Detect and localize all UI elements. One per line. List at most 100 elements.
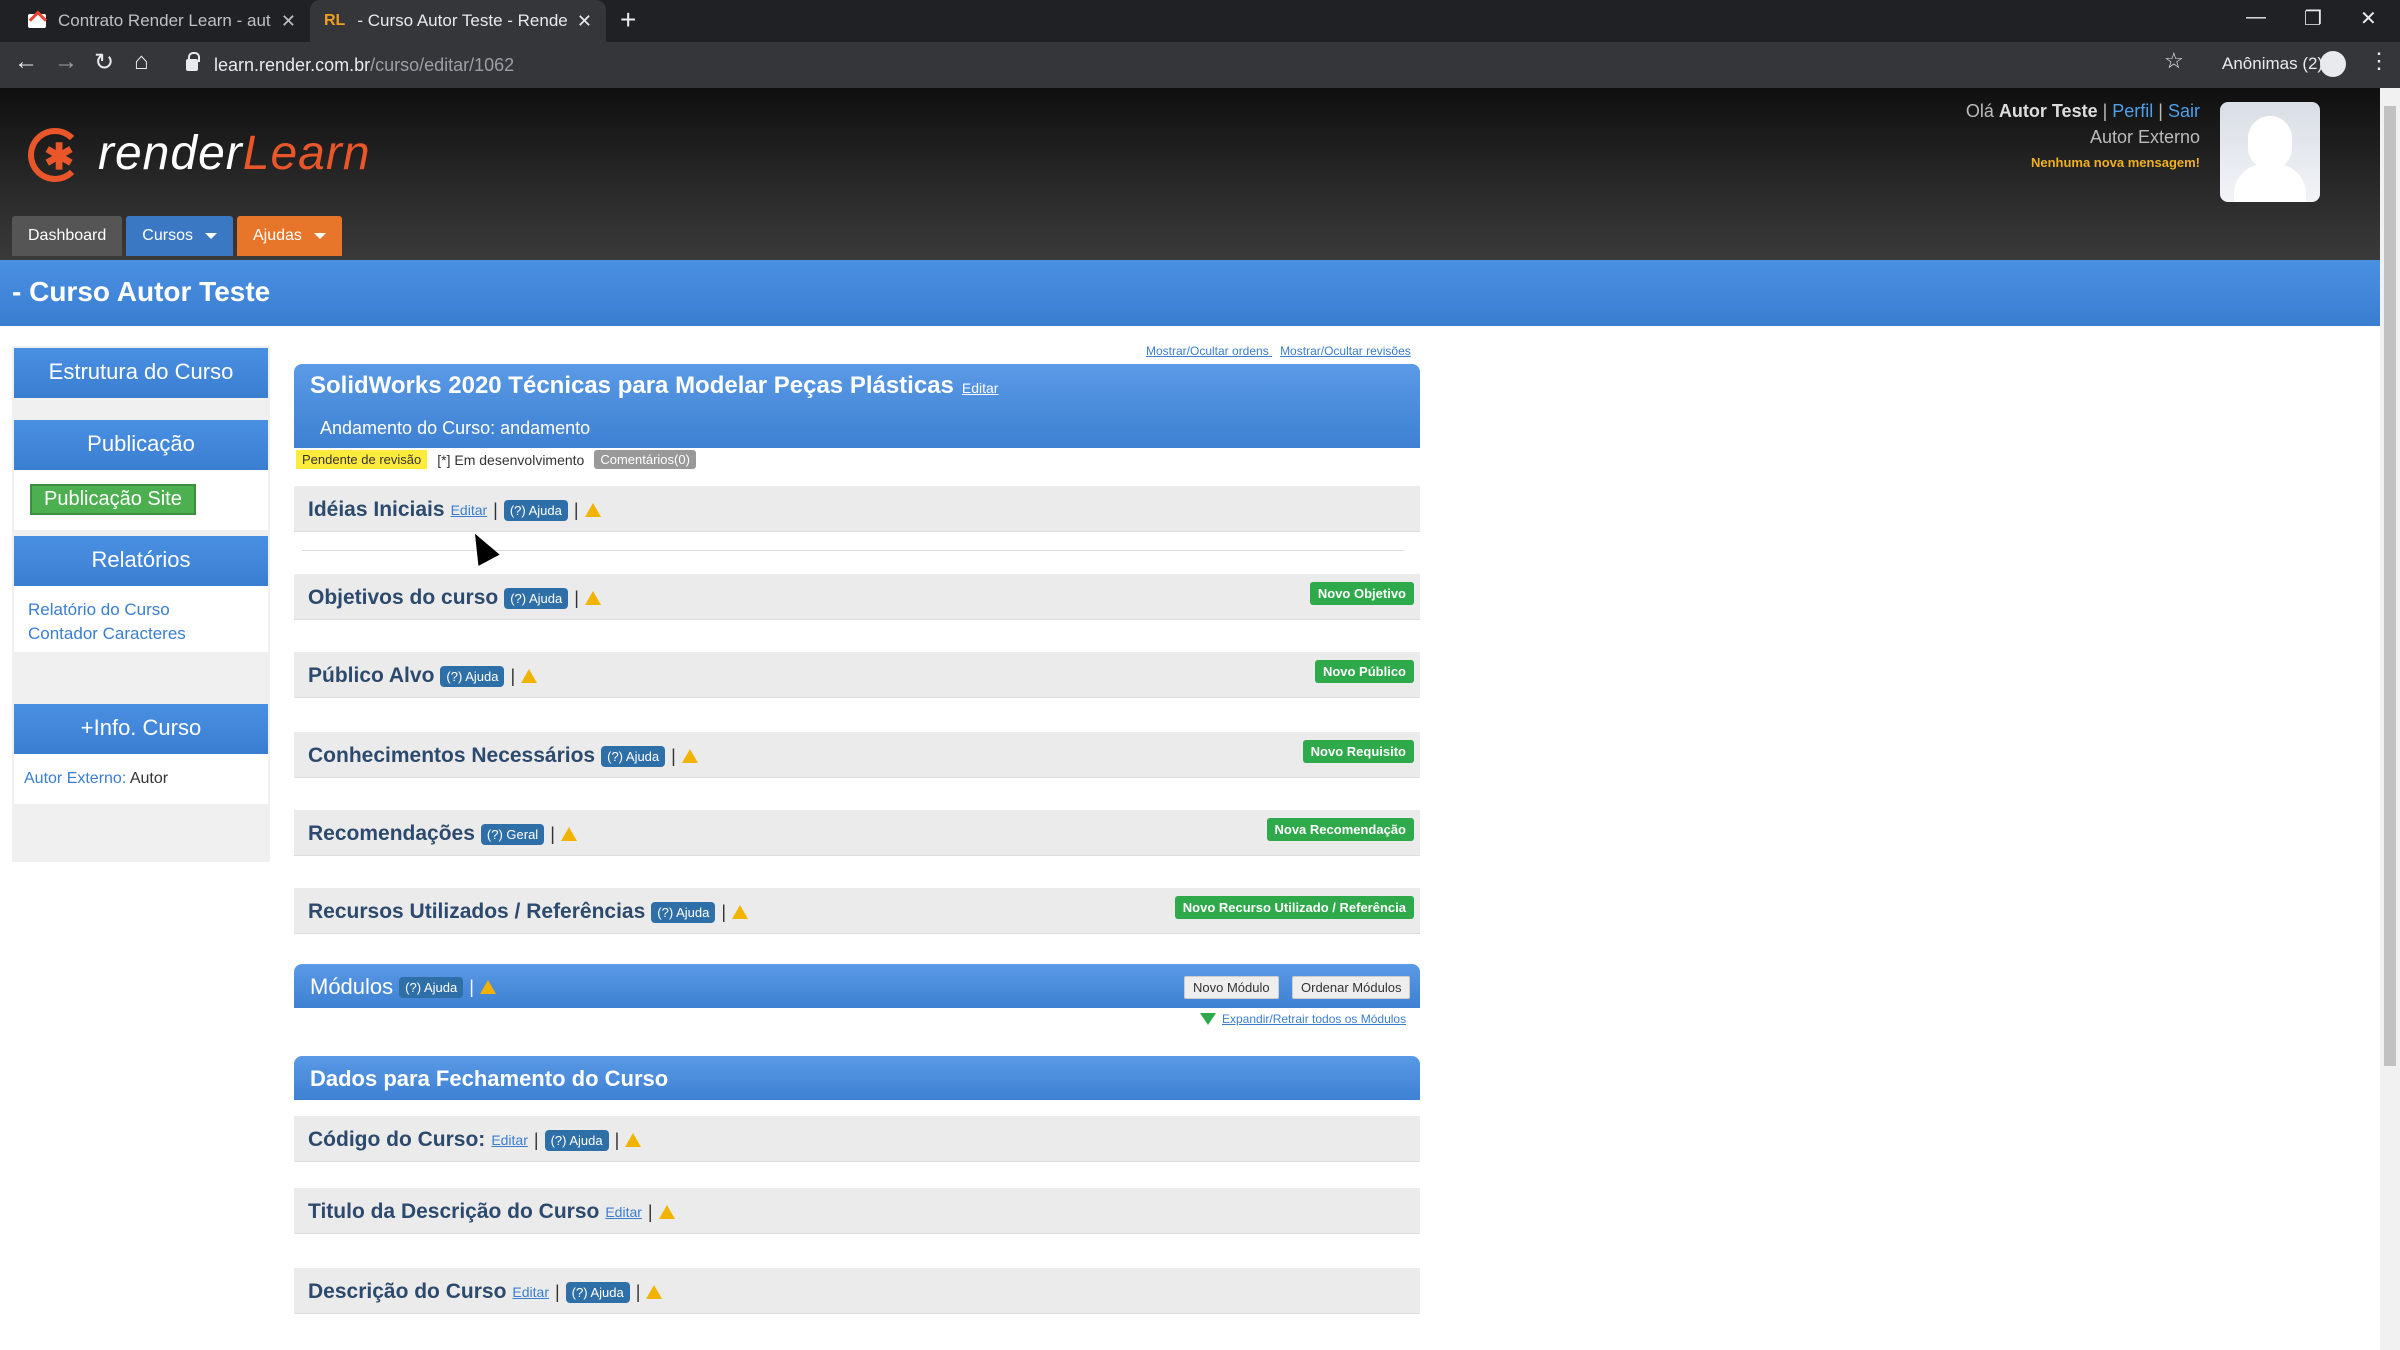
sidebar-info-header: +Info. Curso — [14, 704, 268, 754]
help-button[interactable]: (?) Ajuda — [440, 665, 505, 687]
back-icon[interactable]: ← — [14, 48, 38, 76]
help-button[interactable]: (?) Geral — [480, 823, 545, 845]
page-scrollbar[interactable] — [2380, 88, 2400, 1350]
edit-link[interactable]: Editar — [605, 1204, 642, 1220]
toggle-orders-link[interactable]: Mostrar/Ocultar ordens — [1146, 344, 1269, 358]
forward-icon[interactable]: → — [54, 48, 78, 76]
course-progress: Andamento do Curso: andamento — [320, 418, 591, 438]
nav-dashboard-label: Dashboard — [28, 227, 107, 244]
browser-toolbar: ← → ↻ ⌂ learn.render.com.br/curso/editar… — [0, 42, 2400, 88]
arrow-down-icon — [1200, 1013, 1216, 1025]
char-counter-link[interactable]: Contador Caracteres — [14, 622, 268, 646]
help-button[interactable]: (?) Ajuda — [601, 745, 666, 767]
close-tab-icon[interactable]: ✕ — [577, 11, 592, 32]
sidebar-reports-header: Relatórios — [14, 536, 268, 586]
new-audience-button[interactable]: Novo Público — [1314, 660, 1414, 683]
help-button[interactable]: (?) Ajuda — [503, 499, 568, 521]
logout-link[interactable]: Sair — [2168, 101, 2200, 121]
warning-icon — [681, 749, 698, 763]
messages-link[interactable]: Nenhuma nova mensagem! — [1966, 150, 2200, 176]
site-header: ✱ renderLearn Olá Autor Teste | Perfil |… — [0, 88, 2380, 260]
user-info: Olá Autor Teste | Perfil | Sair Autor Ex… — [1966, 98, 2200, 176]
toggle-revisions-link[interactable]: Mostrar/Ocultar revisões — [1280, 344, 1411, 358]
warning-icon — [584, 591, 601, 605]
renderlearn-favicon-icon: RL — [324, 12, 346, 29]
help-button[interactable]: (?) Ajuda — [504, 587, 569, 609]
modules-bar: Módulos (?) Ajuda | Novo Módulo Ordenar Mó… — [294, 964, 1420, 1008]
section-recursos: Recursos Utilizados / Referências (?) Aju… — [294, 888, 1420, 934]
pending-badge: Pendente de revisão — [296, 450, 428, 469]
course-header: SolidWorks 2020 Técnicas para Modelar Pe… — [294, 364, 1420, 448]
section-label: Conhecimentos Necessários — [308, 744, 596, 767]
section-ideias: Idéias Iniciais Editar | (?) Ajuda | — [294, 486, 1420, 532]
new-requirement-button[interactable]: Novo Requisito — [1302, 740, 1414, 763]
reload-icon[interactable]: ↻ — [94, 48, 114, 77]
sidebar-structure-header[interactable]: Estrutura do Curso — [14, 348, 268, 398]
profile-link[interactable]: Perfil — [2112, 101, 2153, 121]
section-publico: Público Alvo (?) Ajuda | Novo Público — [294, 652, 1420, 698]
edit-link[interactable]: Editar — [451, 502, 488, 518]
nav-dashboard[interactable]: Dashboard — [12, 216, 123, 256]
scrollbar-thumb[interactable] — [2384, 106, 2396, 1066]
minimize-icon[interactable]: — — [2246, 6, 2266, 29]
close-window-icon[interactable]: ✕ — [2360, 6, 2377, 31]
browser-menu-icon[interactable]: ⋮ — [2368, 48, 2390, 74]
author-label: Autor Externo: — [24, 770, 127, 787]
section-descricao: Descrição do Curso Editar | (?) Ajuda | — [294, 1268, 1420, 1314]
new-resource-button[interactable]: Novo Recurso Utilizado / Referência — [1174, 896, 1414, 919]
new-objective-button[interactable]: Novo Objetivo — [1309, 582, 1414, 605]
divider — [302, 550, 1404, 551]
warning-icon — [658, 1205, 675, 1219]
expand-modules-link[interactable]: Expandir/Retrair todos os Módulos — [1200, 1012, 1406, 1026]
edit-course-link[interactable]: Editar — [962, 380, 999, 396]
report-course-link[interactable]: Relatório do Curso — [14, 598, 268, 622]
home-icon[interactable]: ⌂ — [134, 48, 149, 76]
comments-button[interactable]: Comentários(0) — [594, 450, 696, 469]
warning-icon — [479, 980, 496, 994]
new-tab-icon[interactable]: + — [620, 4, 636, 36]
url-host: learn.render.com.br — [214, 54, 371, 75]
gmail-icon — [28, 14, 46, 28]
toggle-links: Mostrar/Ocultar ordens Mostrar/Ocultar r… — [1138, 344, 1411, 358]
help-button[interactable]: (?) Ajuda — [651, 901, 716, 923]
incognito-label[interactable]: Anônimas (2) — [2222, 54, 2323, 74]
section-label: Recursos Utilizados / Referências — [308, 900, 646, 923]
course-title: SolidWorks 2020 Técnicas para Modelar Pe… — [310, 372, 954, 399]
address-bar[interactable]: learn.render.com.br/curso/editar/1062 — [186, 48, 2186, 82]
section-objetivos: Objetivos do curso (?) Ajuda | Novo Objeti… — [294, 574, 1420, 620]
avatar[interactable] — [2220, 102, 2320, 202]
warning-icon — [521, 669, 538, 683]
tab-title: Contrato Render Learn - autores — [58, 11, 271, 30]
publish-site-button[interactable]: Publicação Site — [30, 484, 196, 515]
page-title-bar: - Curso Autor Teste — [0, 260, 2380, 326]
modules-label: Módulos — [310, 974, 394, 999]
logo-mark-icon: ✱ — [24, 118, 86, 188]
browser-tab-curso[interactable]: RL - Curso Autor Teste - Render Lea ✕ — [310, 0, 606, 42]
user-name: Autor Teste — [1998, 101, 2098, 121]
status-row: Pendente de revisão [*] Em desenvolvimen… — [296, 450, 696, 469]
new-module-button[interactable]: Novo Módulo — [1184, 976, 1279, 999]
edit-link[interactable]: Editar — [491, 1132, 528, 1148]
restore-icon[interactable]: ❐ — [2304, 6, 2322, 31]
logo-learn: Learn — [242, 126, 371, 180]
lock-icon — [186, 52, 200, 71]
nav-cursos[interactable]: Cursos — [126, 216, 233, 256]
order-modules-button[interactable]: Ordenar Módulos — [1292, 976, 1411, 999]
expand-modules-label: Expandir/Retrair todos os Módulos — [1222, 1012, 1407, 1026]
author-info: Autor Externo: Autor — [14, 754, 268, 804]
warning-icon — [646, 1285, 663, 1299]
nav-ajudas-label: Ajudas — [252, 227, 302, 244]
new-recommendation-button[interactable]: Nova Recomendação — [1266, 818, 1414, 841]
help-button[interactable]: (?) Ajuda — [544, 1129, 609, 1151]
browser-tab-contrato[interactable]: Contrato Render Learn - autores ✕ — [14, 0, 310, 42]
nav-ajudas[interactable]: Ajudas — [236, 216, 342, 256]
bookmark-star-icon[interactable]: ☆ — [2164, 48, 2184, 74]
url-path: /curso/editar/1062 — [370, 54, 515, 75]
help-button[interactable]: (?) Ajuda — [565, 1281, 630, 1303]
incognito-icon[interactable] — [2320, 51, 2346, 77]
renderlearn-logo[interactable]: ✱ renderLearn — [24, 118, 371, 188]
close-tab-icon[interactable]: ✕ — [281, 11, 296, 32]
help-button[interactable]: (?) Ajuda — [399, 976, 464, 998]
main-nav: Dashboard Cursos Ajudas — [12, 216, 342, 256]
edit-link[interactable]: Editar — [512, 1284, 549, 1300]
